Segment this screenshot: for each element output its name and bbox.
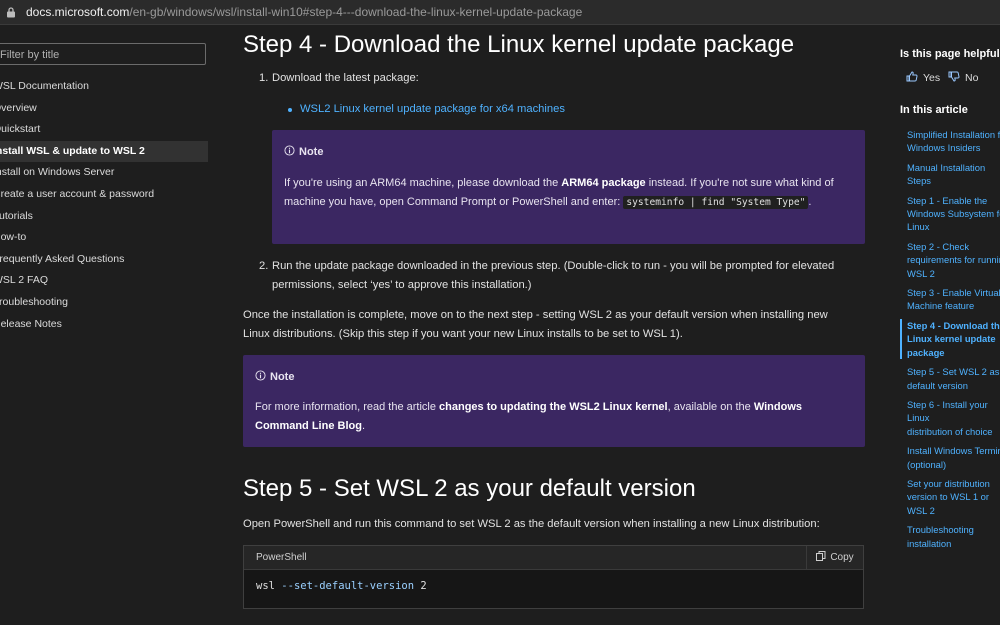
toc-item[interactable]: Quickstart xyxy=(0,119,208,141)
step4-heading: Step 4 - Download the Linux kernel updat… xyxy=(243,31,795,58)
outline-link[interactable]: Simplified Installation for Windows Insi… xyxy=(900,128,1000,155)
url-path: /en-gb/windows/wsl/install-win10#step-4-… xyxy=(129,5,583,19)
note-body: For more information, read the article c… xyxy=(255,398,853,436)
toc-item[interactable]: How-to xyxy=(0,227,208,249)
address-bar[interactable]: docs.microsoft.com/en-gb/windows/wsl/ins… xyxy=(0,0,1000,25)
toc-item[interactable]: Frequently Asked Questions xyxy=(0,249,208,271)
outline-link[interactable]: Set your distribution version to WSL 1 o… xyxy=(900,477,1000,517)
arm64-package-link[interactable]: ARM64 package xyxy=(561,177,645,189)
feedback-question: Is this page helpful? xyxy=(900,48,1000,60)
outline-link[interactable]: Install Windows Terminal (optional) xyxy=(900,444,1000,471)
toc-item[interactable]: Tutorials xyxy=(0,206,208,228)
left-nav: Filter by title WSL Documentation Overvi… xyxy=(0,24,210,625)
list-number: 1. xyxy=(259,72,269,84)
outline-link[interactable]: Step 6 - Install your Linux distribution… xyxy=(900,398,1000,438)
thumbs-down-icon xyxy=(948,71,960,85)
main-content: Step 4 - Download the Linux kernel updat… xyxy=(243,24,866,625)
outline-link[interactable]: Step 1 - Enable the Windows Subsystem fo… xyxy=(900,194,1000,234)
note-text: If you're using an ARM64 machine, please… xyxy=(284,177,562,189)
filter-input[interactable]: Filter by title xyxy=(0,43,206,65)
step4-item2: Run the update package downloaded in the… xyxy=(272,260,835,291)
lock-icon[interactable] xyxy=(6,6,16,18)
code-language: PowerShell xyxy=(256,552,307,563)
toc-item[interactable]: Install on Windows Server xyxy=(0,162,208,184)
note-text: . xyxy=(808,196,812,208)
url-host: docs.microsoft.com xyxy=(26,5,130,19)
note-arm64: Note If you're using an ARM64 machine, p… xyxy=(272,130,865,244)
toc-item-active[interactable]: Install WSL & update to WSL 2 xyxy=(0,140,208,163)
toc-item[interactable]: WSL 2 FAQ xyxy=(0,270,208,292)
feedback-no-button[interactable]: No xyxy=(948,71,978,85)
note-text: , available on the xyxy=(667,401,754,413)
code-block: PowerShell Copy wsl --set-default-versio… xyxy=(243,545,864,609)
package-download-link[interactable]: WSL2 Linux kernel update package for x64… xyxy=(300,100,565,119)
code-content: wsl --set-default-version 2 xyxy=(256,580,427,592)
step4-item1: Download the latest package: xyxy=(272,72,419,84)
step5-heading: Step 5 - Set WSL 2 as your default versi… xyxy=(243,475,696,502)
note-text: For more information, read the article xyxy=(255,401,440,413)
toc-item[interactable]: Release Notes xyxy=(0,314,208,336)
toc-list: WSL Documentation Overview Quickstart In… xyxy=(0,76,208,335)
bullet xyxy=(288,108,292,112)
note-title: Note xyxy=(299,146,324,158)
kernel-changes-link[interactable]: changes to updating the WSL2 Linux kerne… xyxy=(439,401,668,413)
list-number: 2. xyxy=(259,260,269,272)
outline-link[interactable]: Troubleshooting installation xyxy=(900,523,1000,550)
toc-item[interactable]: Troubleshooting xyxy=(0,292,208,314)
copy-icon xyxy=(816,551,826,564)
note-kernel-blog: Note For more information, read the arti… xyxy=(243,355,865,447)
code-command: wsl xyxy=(256,580,275,592)
info-icon xyxy=(255,370,266,384)
copy-label: Copy xyxy=(830,552,854,563)
note-body: If you're using an ARM64 machine, please… xyxy=(284,174,853,212)
note-title: Note xyxy=(270,371,295,383)
copy-button[interactable]: Copy xyxy=(806,546,863,569)
code-arg: 2 xyxy=(420,580,427,592)
step5-paragraph: Open PowerShell and run this command to … xyxy=(243,518,820,530)
inline-code: systeminfo | find "System Type" xyxy=(623,196,809,209)
toc-item[interactable]: WSL Documentation xyxy=(0,76,208,98)
toc-item[interactable]: Overview xyxy=(0,98,208,120)
article-outline: Simplified Installation for Windows Insi… xyxy=(900,128,1000,556)
in-this-article-heading: In this article xyxy=(900,104,968,116)
toc-item[interactable]: Create a user account & password xyxy=(0,184,208,206)
note-text: . xyxy=(361,420,366,432)
feedback-yes-button[interactable]: Yes xyxy=(906,71,940,85)
outline-link[interactable]: Step 2 - Check requirements for running … xyxy=(900,240,1000,280)
after-install-paragraph: Once the installation is complete, move … xyxy=(243,309,828,340)
outline-link-current[interactable]: Step 4 - Download the Linux kernel updat… xyxy=(900,318,1000,360)
outline-link[interactable]: Manual Installation Steps xyxy=(900,161,1000,188)
thumbs-up-icon xyxy=(906,71,918,85)
right-rail: Is this page helpful? Yes No In this art… xyxy=(900,24,1000,625)
outline-link[interactable]: Step 3 - Enable Virtual Machine feature xyxy=(900,286,1000,313)
code-block-header: PowerShell Copy xyxy=(244,546,863,570)
code-flag: --set-default-version xyxy=(281,580,415,592)
outline-link[interactable]: Step 5 - Set WSL 2 as default version xyxy=(900,365,1000,392)
info-icon xyxy=(284,145,295,159)
no-label: No xyxy=(965,72,979,84)
yes-label: Yes xyxy=(923,72,941,84)
